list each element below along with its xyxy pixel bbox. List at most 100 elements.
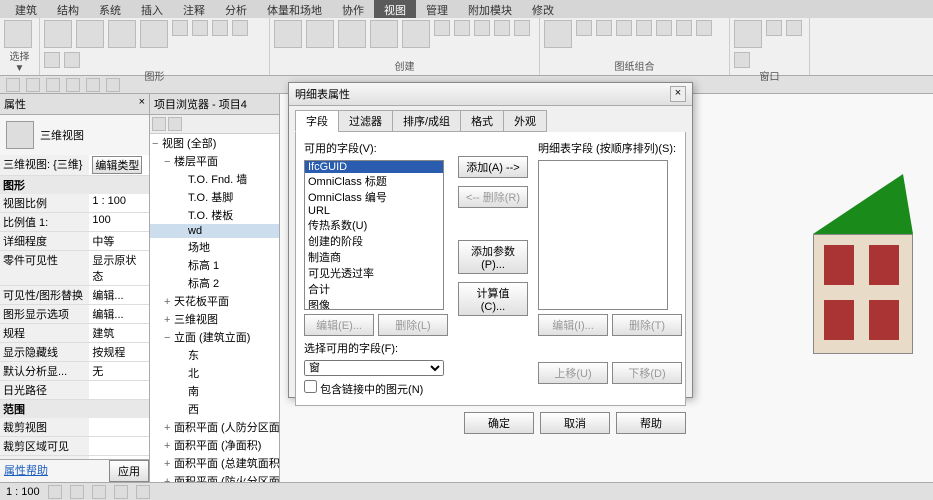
tree-item[interactable]: 西	[150, 400, 279, 418]
cancel-button[interactable]: 取消	[540, 412, 610, 434]
switch-window-icon[interactable]	[734, 20, 762, 48]
legend-icon[interactable]	[474, 20, 490, 36]
tree-item[interactable]: +三维视图	[150, 310, 279, 328]
tree-item[interactable]: 南	[150, 382, 279, 400]
dialog-tab[interactable]: 格式	[460, 110, 504, 132]
ribbon-tab[interactable]: 视图	[374, 0, 416, 18]
tree-item[interactable]: 标高 1	[150, 256, 279, 274]
dialog-tab[interactable]: 排序/成组	[392, 110, 461, 132]
browser-tool-icon[interactable]	[168, 117, 182, 131]
tree-item[interactable]: −楼层平面	[150, 152, 279, 170]
ribbon-tab[interactable]: 附加模块	[458, 0, 522, 18]
list-item[interactable]: 创建的阶段	[305, 233, 443, 249]
qa-icon[interactable]	[66, 78, 80, 92]
view-icon[interactable]	[576, 20, 592, 36]
property-row[interactable]: 详细程度中等	[0, 232, 149, 251]
gallery-icon[interactable]	[64, 52, 80, 68]
qa-icon[interactable]	[46, 78, 60, 92]
include-linked-checkbox[interactable]: 包含链接中的图元(N)	[304, 380, 448, 397]
tree-item[interactable]: 场地	[150, 238, 279, 256]
dialog-tab[interactable]: 过滤器	[338, 110, 393, 132]
delete2-button[interactable]: 删除(T)	[612, 314, 682, 336]
properties-grid[interactable]: 图形视图比例1 : 100比例值 1:100详细程度中等零件可见性显示原状态可见…	[0, 176, 149, 459]
sheet-icon[interactable]	[544, 20, 572, 48]
remove-hidden-icon[interactable]	[192, 20, 208, 36]
ribbon-tab[interactable]: 插入	[131, 0, 173, 18]
scheduled-fields-list[interactable]	[538, 160, 668, 310]
property-row[interactable]: 显示隐藏线按规程	[0, 343, 149, 362]
scope-box-icon[interactable]	[514, 20, 530, 36]
property-row[interactable]: 默认分析显...无	[0, 362, 149, 381]
property-row[interactable]: 零件可见性显示原状态	[0, 251, 149, 286]
property-row[interactable]: 日光路径	[0, 381, 149, 400]
property-row[interactable]: 规程建筑	[0, 324, 149, 343]
tile-icon[interactable]	[786, 20, 802, 36]
view-templates-icon[interactable]	[44, 20, 72, 48]
ribbon-tab[interactable]: 分析	[215, 0, 257, 18]
ribbon-tab[interactable]: 协作	[332, 0, 374, 18]
tree-item[interactable]: wd	[150, 224, 279, 238]
apply-button[interactable]: 应用	[109, 460, 149, 482]
list-item[interactable]: OmniClass 标题	[305, 173, 443, 189]
tree-item[interactable]: +天花板平面	[150, 292, 279, 310]
qa-icon[interactable]	[6, 78, 20, 92]
group-select[interactable]: 选择 ▼	[4, 48, 35, 74]
tree-item[interactable]: T.O. 楼板	[150, 206, 279, 224]
planview-icon[interactable]	[370, 20, 398, 48]
dialog-tab[interactable]: 外观	[503, 110, 547, 132]
moveup-button[interactable]: 上移(U)	[538, 362, 608, 384]
list-item[interactable]: URL	[305, 205, 443, 217]
view-ref-icon[interactable]	[676, 20, 692, 36]
qa-icon[interactable]	[106, 78, 120, 92]
dialog-tab[interactable]: 字段	[295, 110, 339, 132]
drafting-icon[interactable]	[434, 20, 450, 36]
modify-icon[interactable]	[4, 20, 32, 48]
section-icon[interactable]	[306, 20, 334, 48]
ribbon-tab[interactable]: 注释	[173, 0, 215, 18]
3dview-icon[interactable]	[274, 20, 302, 48]
list-item[interactable]: 合计	[305, 281, 443, 297]
render-icon[interactable]	[232, 20, 248, 36]
filters-icon[interactable]	[108, 20, 136, 48]
tree-item[interactable]: T.O. Fnd. 墙	[150, 170, 279, 188]
property-row[interactable]: 视图比例1 : 100	[0, 194, 149, 213]
list-item[interactable]: 可见光透过率	[305, 265, 443, 281]
category-combo[interactable]: 窗	[304, 360, 444, 376]
tree-item[interactable]: +面积平面 (总建筑面积)	[150, 454, 279, 472]
tree-item[interactable]: 北	[150, 364, 279, 382]
qa-icon[interactable]	[86, 78, 100, 92]
tree-item[interactable]: −立面 (建筑立面)	[150, 328, 279, 346]
add-button[interactable]: 添加(A) -->	[458, 156, 528, 178]
delete-field-button[interactable]: 删除(L)	[378, 314, 448, 336]
list-item[interactable]: 图像	[305, 297, 443, 310]
property-row[interactable]: 比例值 1:100	[0, 213, 149, 232]
tree-item[interactable]: +面积平面 (防火分区面积)	[150, 472, 279, 482]
ribbon-tab[interactable]: 系统	[89, 0, 131, 18]
close-icon[interactable]: ×	[139, 96, 145, 112]
browser-tool-icon[interactable]	[152, 117, 166, 131]
close-hidden-icon[interactable]	[766, 20, 782, 36]
props-help-link[interactable]: 属性帮助	[0, 460, 52, 482]
cut-profile-icon[interactable]	[212, 20, 228, 36]
cloud-icon[interactable]	[44, 52, 60, 68]
title-block-icon[interactable]	[596, 20, 612, 36]
dialog-close-button[interactable]: ×	[670, 86, 686, 102]
ribbon-tab[interactable]: 修改	[522, 0, 564, 18]
movedown-button[interactable]: 下移(D)	[612, 362, 682, 384]
ribbon-tab[interactable]: 结构	[47, 0, 89, 18]
ok-button[interactable]: 确定	[464, 412, 534, 434]
thin-lines-icon[interactable]	[140, 20, 168, 48]
add-param-button[interactable]: 添加参数(P)...	[458, 240, 528, 274]
browser-tree[interactable]: −视图 (全部)−楼层平面T.O. Fnd. 墙T.O. 基脚T.O. 楼板wd…	[150, 134, 279, 482]
list-item[interactable]: OmniClass 编号	[305, 189, 443, 205]
detail-level-icon[interactable]	[48, 485, 62, 499]
edit-field-button[interactable]: 编辑(E)...	[304, 314, 374, 336]
tree-item[interactable]: +面积平面 (净面积)	[150, 436, 279, 454]
tree-item[interactable]: 东	[150, 346, 279, 364]
list-item[interactable]: 制造商	[305, 249, 443, 265]
property-row[interactable]: 可见性/图形替换编辑...	[0, 286, 149, 305]
visibility-icon[interactable]	[76, 20, 104, 48]
schedule-icon[interactable]	[494, 20, 510, 36]
sun-path-icon[interactable]	[92, 485, 106, 499]
revisions-icon[interactable]	[616, 20, 632, 36]
